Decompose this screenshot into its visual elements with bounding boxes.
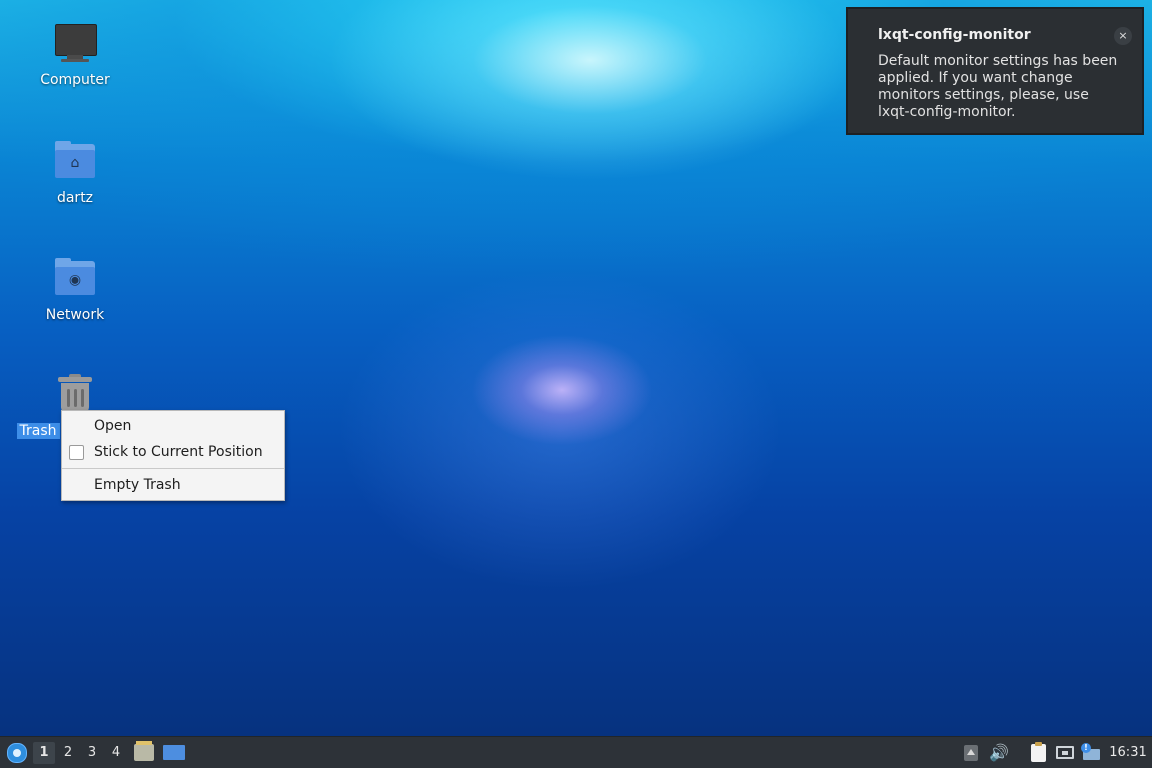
notification-popup[interactable]: lxqt-config-monitor × Default monitor se… bbox=[846, 7, 1144, 135]
update-notifier-icon[interactable]: ! bbox=[1081, 743, 1101, 763]
workspace-1[interactable]: 1 bbox=[33, 742, 55, 764]
show-desktop-icon bbox=[163, 745, 185, 760]
clipboard-icon[interactable] bbox=[1028, 742, 1048, 763]
menu-item-stick-to-position[interactable]: Stick to Current Position bbox=[62, 439, 284, 465]
menu-item-label: Empty Trash bbox=[94, 477, 181, 493]
notification-body: Default monitor settings has been applie… bbox=[878, 53, 1118, 120]
desktop-icon-computer[interactable]: Computer bbox=[20, 22, 130, 88]
clock[interactable]: 16:31 bbox=[1108, 737, 1148, 769]
desktop-icon-label: dartz bbox=[56, 190, 94, 206]
network-folder-icon: ◉ bbox=[53, 257, 97, 301]
home-folder-icon: ⌂ bbox=[53, 140, 97, 184]
taskbar: 1 2 3 4 🔊 ! 16:31 bbox=[0, 736, 1152, 768]
desktop-icon-home[interactable]: ⌂ dartz bbox=[20, 140, 130, 206]
tray-expand-icon[interactable] bbox=[961, 743, 981, 763]
workspace-3[interactable]: 3 bbox=[81, 742, 103, 764]
computer-icon bbox=[53, 22, 97, 66]
file-manager-icon bbox=[134, 741, 154, 761]
lxqt-logo-icon bbox=[7, 743, 27, 763]
desktop[interactable]: Computer ⌂ dartz ◉ Network Trash Open St… bbox=[0, 0, 1152, 736]
start-menu-button[interactable] bbox=[2, 737, 30, 769]
menu-item-open[interactable]: Open bbox=[62, 413, 284, 439]
show-desktop-button[interactable] bbox=[162, 737, 186, 769]
workspace-2[interactable]: 2 bbox=[57, 742, 79, 764]
desktop-icon-network[interactable]: ◉ Network bbox=[20, 257, 130, 323]
close-icon[interactable]: × bbox=[1114, 27, 1132, 45]
menu-item-empty-trash[interactable]: Empty Trash bbox=[62, 472, 284, 498]
stick-checkbox[interactable] bbox=[69, 445, 84, 460]
trash-context-menu: Open Stick to Current Position Empty Tra… bbox=[61, 410, 285, 501]
desktop-icon-label: Computer bbox=[40, 72, 110, 88]
notification-title: lxqt-config-monitor bbox=[878, 27, 1031, 43]
menu-item-label: Open bbox=[94, 418, 132, 434]
menu-item-label: Stick to Current Position bbox=[94, 444, 263, 460]
workspace-4[interactable]: 4 bbox=[105, 742, 127, 764]
desktop-icon-label: Network bbox=[45, 307, 105, 323]
quicklaunch-file-manager[interactable] bbox=[133, 737, 155, 769]
volume-icon[interactable]: 🔊 bbox=[989, 743, 1009, 763]
network-icon[interactable] bbox=[1055, 743, 1075, 763]
desktop-icon-label: Trash bbox=[16, 423, 60, 439]
menu-separator bbox=[62, 468, 284, 469]
